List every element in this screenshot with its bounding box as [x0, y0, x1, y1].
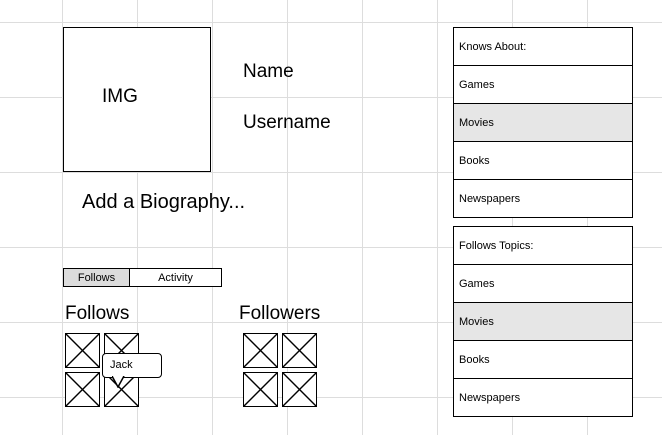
follows-topics-item-movies[interactable]: Movies	[453, 302, 633, 341]
followers-title: Followers	[239, 303, 321, 324]
knows-about-item-movies[interactable]: Movies	[453, 103, 633, 142]
follows-topics-header: Follows Topics:	[453, 226, 633, 265]
image-placeholder-icon	[283, 334, 316, 367]
knows-about-item-newspapers[interactable]: Newspapers	[453, 179, 633, 218]
follower-avatar-2[interactable]	[282, 333, 317, 368]
follower-avatar-4[interactable]	[282, 372, 317, 407]
follower-avatar-1[interactable]	[243, 333, 278, 368]
knows-about-item-books[interactable]: Books	[453, 141, 633, 180]
knows-about-header: Knows About:	[453, 27, 633, 66]
follows-topics-item-books[interactable]: Books	[453, 340, 633, 379]
image-placeholder-icon	[283, 373, 316, 406]
tooltip-text: Jack	[110, 359, 133, 371]
follows-avatar-3[interactable]	[65, 372, 100, 407]
tab-follows[interactable]: Follows	[64, 269, 130, 286]
profile-tabs: Follows Activity	[63, 268, 222, 287]
follower-avatar-3[interactable]	[243, 372, 278, 407]
user-tooltip: Jack	[102, 353, 162, 378]
profile-image-label: IMG	[102, 86, 138, 107]
follows-avatar-1[interactable]	[65, 333, 100, 368]
tab-activity[interactable]: Activity	[130, 269, 221, 286]
profile-username: Username	[243, 112, 331, 133]
follows-topics-item-newspapers[interactable]: Newspapers	[453, 378, 633, 417]
image-placeholder-icon	[66, 334, 99, 367]
follows-title: Follows	[65, 303, 130, 324]
follows-topics-item-games[interactable]: Games	[453, 264, 633, 303]
profile-name: Name	[243, 61, 294, 82]
biography-field[interactable]: Add a Biography...	[82, 191, 245, 214]
knows-about-item-games[interactable]: Games	[453, 65, 633, 104]
tooltip-tail	[112, 376, 125, 388]
image-placeholder-icon	[244, 373, 277, 406]
image-placeholder-icon	[244, 334, 277, 367]
image-placeholder-icon	[66, 373, 99, 406]
